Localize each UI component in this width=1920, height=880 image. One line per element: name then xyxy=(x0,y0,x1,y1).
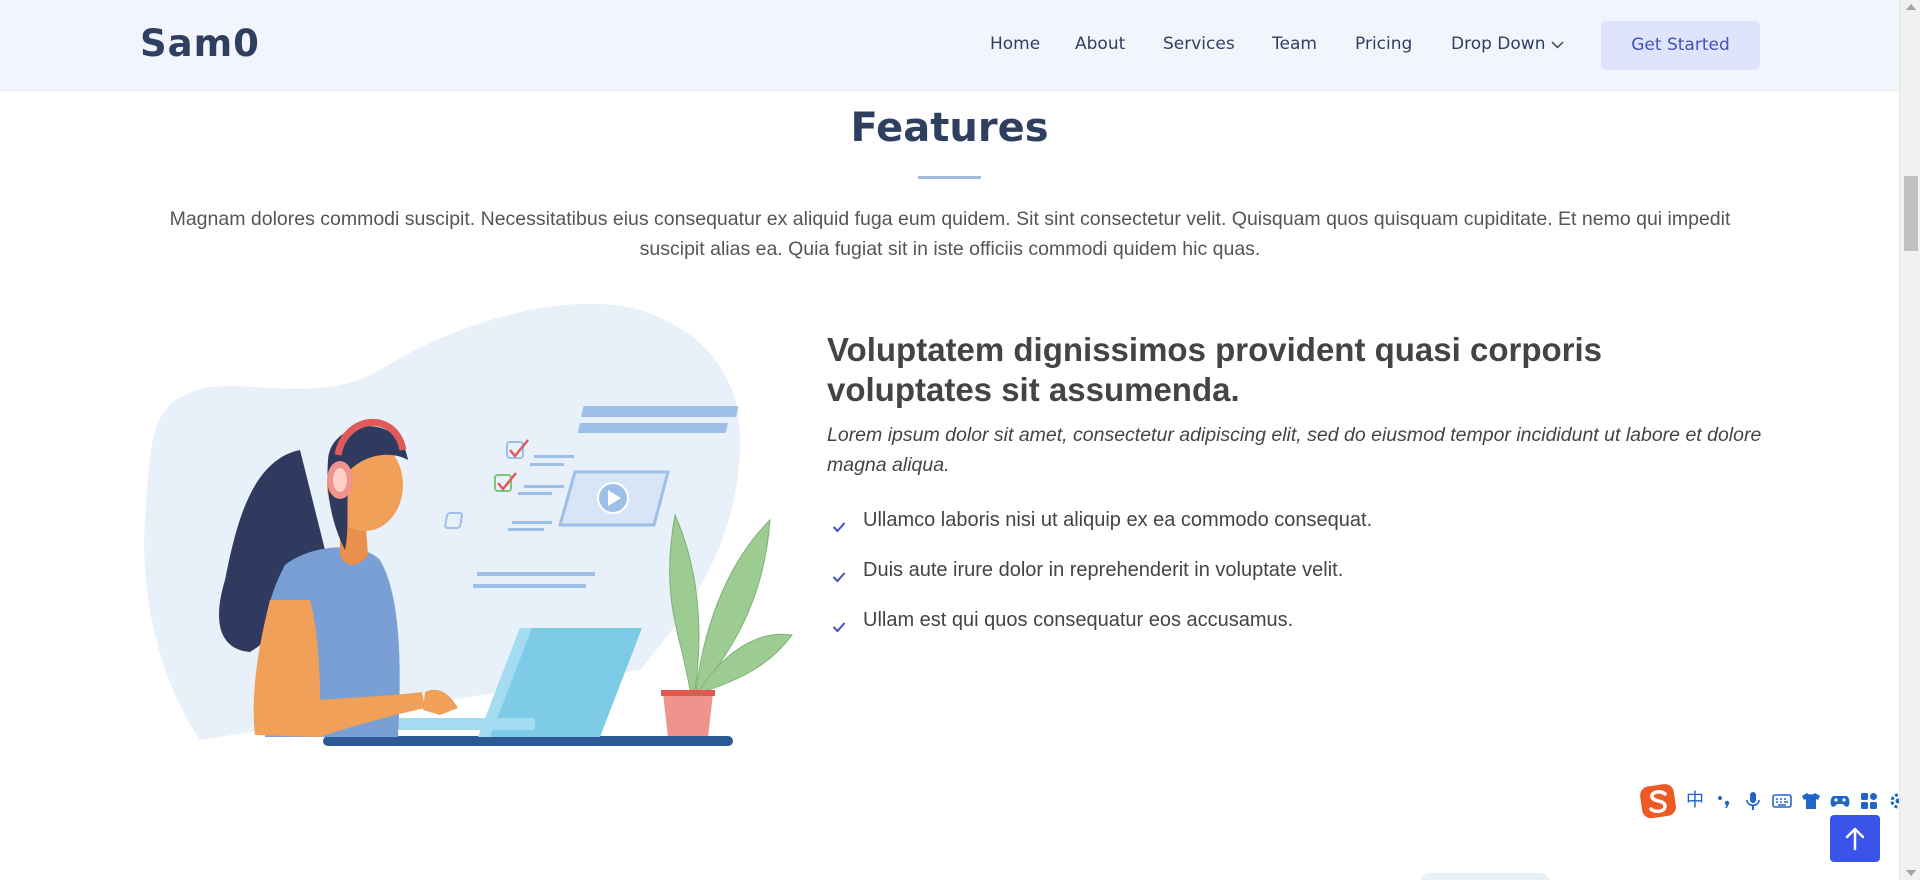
desk xyxy=(323,736,733,746)
keyboard-icon[interactable] xyxy=(1771,790,1793,812)
punctuation-icon[interactable] xyxy=(1713,790,1735,812)
title-underline xyxy=(918,176,981,179)
section-title: Features xyxy=(850,105,1049,151)
site-header: Sam0 Home About Services Team Pricing Dr… xyxy=(0,0,1899,91)
page-scrollbar[interactable] xyxy=(1899,0,1920,880)
woman-at-laptop-illustration xyxy=(144,303,793,746)
check-icon xyxy=(832,612,846,642)
scroll-down-arrow-icon[interactable] xyxy=(1906,870,1916,876)
plant-pot xyxy=(663,693,713,738)
feature-list: Ullamco laboris nisi ut aliquip ex ea co… xyxy=(827,505,1727,655)
back-to-top-button[interactable] xyxy=(1830,815,1880,862)
scroll-up-arrow-icon[interactable] xyxy=(1906,4,1916,10)
nav-home[interactable]: Home xyxy=(990,34,1040,54)
get-started-button[interactable]: Get Started xyxy=(1601,21,1760,70)
check-icon xyxy=(832,512,846,542)
scrollbar-thumb[interactable] xyxy=(1904,176,1918,251)
nav-about[interactable]: About xyxy=(1075,34,1125,54)
site-logo[interactable]: Sam0 xyxy=(140,22,260,65)
microphone-icon[interactable] xyxy=(1742,790,1764,812)
list-item: Ullam est qui quos consequatur eos accus… xyxy=(827,605,1727,655)
section-description: Magnam dolores commodi suscipit. Necessi… xyxy=(169,208,1731,260)
list-item-text: Ullamco laboris nisi ut aliquip ex ea co… xyxy=(863,509,1373,531)
nav-dropdown-label: Drop Down xyxy=(1451,34,1546,54)
arrow-up-icon xyxy=(1845,827,1865,851)
sogou-logo-icon[interactable] xyxy=(1640,782,1678,820)
nav-dropdown[interactable]: Drop Down xyxy=(1451,34,1564,54)
feature-heading: Voluptatem dignissimos provident quasi c… xyxy=(827,331,1603,408)
list-item: Ullamco laboris nisi ut aliquip ex ea co… xyxy=(827,505,1727,555)
nav-services[interactable]: Services xyxy=(1163,34,1235,54)
list-item-text: Duis aute irure dolor in reprehenderit i… xyxy=(863,559,1344,581)
gamepad-icon[interactable] xyxy=(1829,790,1851,812)
feature-lead: Lorem ipsum dolor sit amet, consectetur … xyxy=(827,424,1762,476)
check-icon xyxy=(832,562,846,592)
list-item-text: Ullam est qui quos consequatur eos accus… xyxy=(863,609,1294,631)
features-illustration xyxy=(140,300,800,750)
next-section-blob xyxy=(1420,873,1550,880)
nav-pricing[interactable]: Pricing xyxy=(1355,34,1412,54)
apps-grid-icon[interactable] xyxy=(1858,790,1880,812)
skin-shirt-icon[interactable] xyxy=(1800,790,1822,812)
chinese-mode-icon[interactable]: 中 xyxy=(1684,790,1706,812)
chevron-down-icon xyxy=(1551,34,1564,54)
nav-team[interactable]: Team xyxy=(1272,34,1317,54)
list-item: Duis aute irure dolor in reprehenderit i… xyxy=(827,555,1727,605)
